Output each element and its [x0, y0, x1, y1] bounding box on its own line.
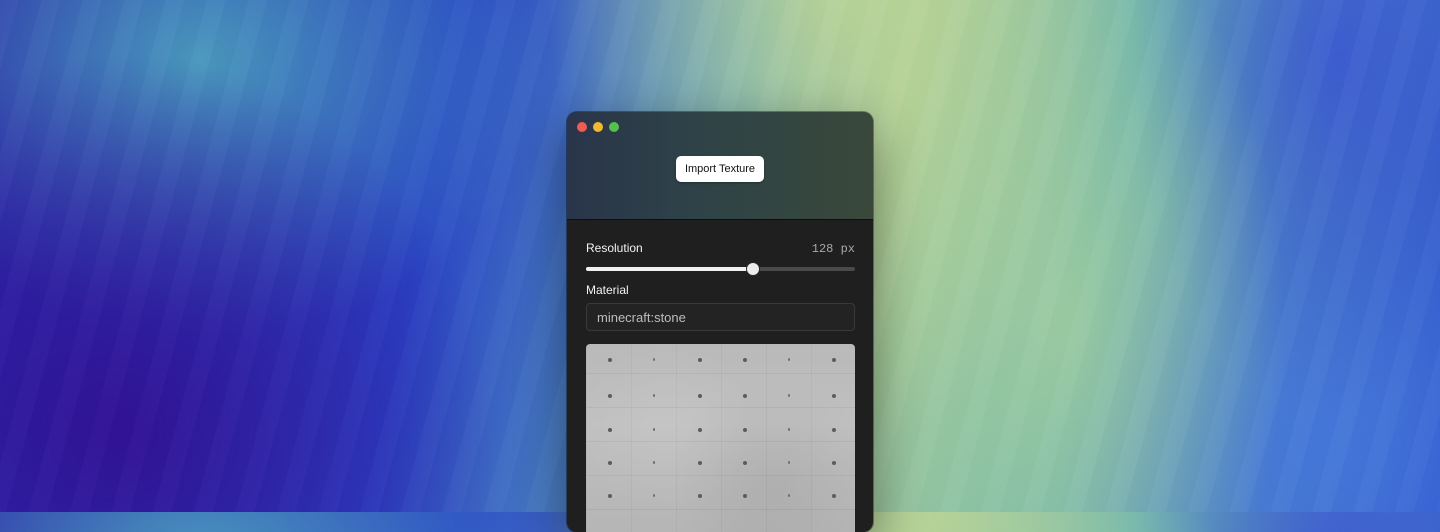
texture-hole — [698, 428, 702, 432]
slider-thumb[interactable] — [746, 262, 761, 276]
texture-hole — [608, 461, 612, 465]
import-texture-button[interactable]: Import Texture — [676, 156, 764, 182]
texture-hole — [608, 494, 612, 498]
texture-hole — [698, 358, 702, 362]
window-header: Import Texture — [567, 112, 873, 220]
texture-hole — [832, 358, 836, 362]
texture-hole — [788, 494, 790, 497]
texture-hole — [788, 358, 790, 361]
resolution-label: Resolution — [586, 241, 643, 255]
texture-hole — [743, 394, 747, 398]
slider-fill — [586, 267, 753, 271]
texture-hole — [832, 494, 836, 498]
window-controls — [577, 122, 619, 132]
texture-hole — [608, 428, 612, 432]
texture-hole — [743, 461, 747, 465]
material-input[interactable] — [586, 303, 855, 331]
texture-hole — [743, 494, 747, 498]
texture-hole — [698, 461, 702, 465]
resolution-row: Resolution 128 px — [586, 241, 855, 257]
texture-hole — [788, 394, 790, 397]
texture-hole — [832, 461, 836, 465]
texture-hole — [653, 358, 655, 361]
material-label: Material — [586, 283, 629, 297]
texture-hole — [743, 428, 747, 432]
texture-hole — [743, 358, 747, 362]
texture-hole — [653, 394, 655, 397]
texture-hole — [698, 394, 702, 398]
resolution-value: 128 px — [811, 242, 855, 256]
app-window: Import Texture Resolution 128 px Materia… — [567, 112, 873, 532]
texture-hole — [788, 428, 790, 431]
texture-hole — [653, 461, 655, 464]
texture-hole — [788, 461, 790, 464]
texture-hole — [832, 394, 836, 398]
close-window-icon[interactable] — [577, 122, 587, 132]
texture-preview — [586, 344, 855, 532]
texture-hole — [698, 494, 702, 498]
texture-hole — [608, 358, 612, 362]
texture-hole — [653, 494, 655, 497]
minimize-window-icon[interactable] — [593, 122, 603, 132]
texture-hole — [608, 394, 612, 398]
resolution-slider[interactable] — [586, 262, 855, 276]
texture-hole — [653, 428, 655, 431]
texture-hole — [832, 428, 836, 432]
zoom-window-icon[interactable] — [609, 122, 619, 132]
